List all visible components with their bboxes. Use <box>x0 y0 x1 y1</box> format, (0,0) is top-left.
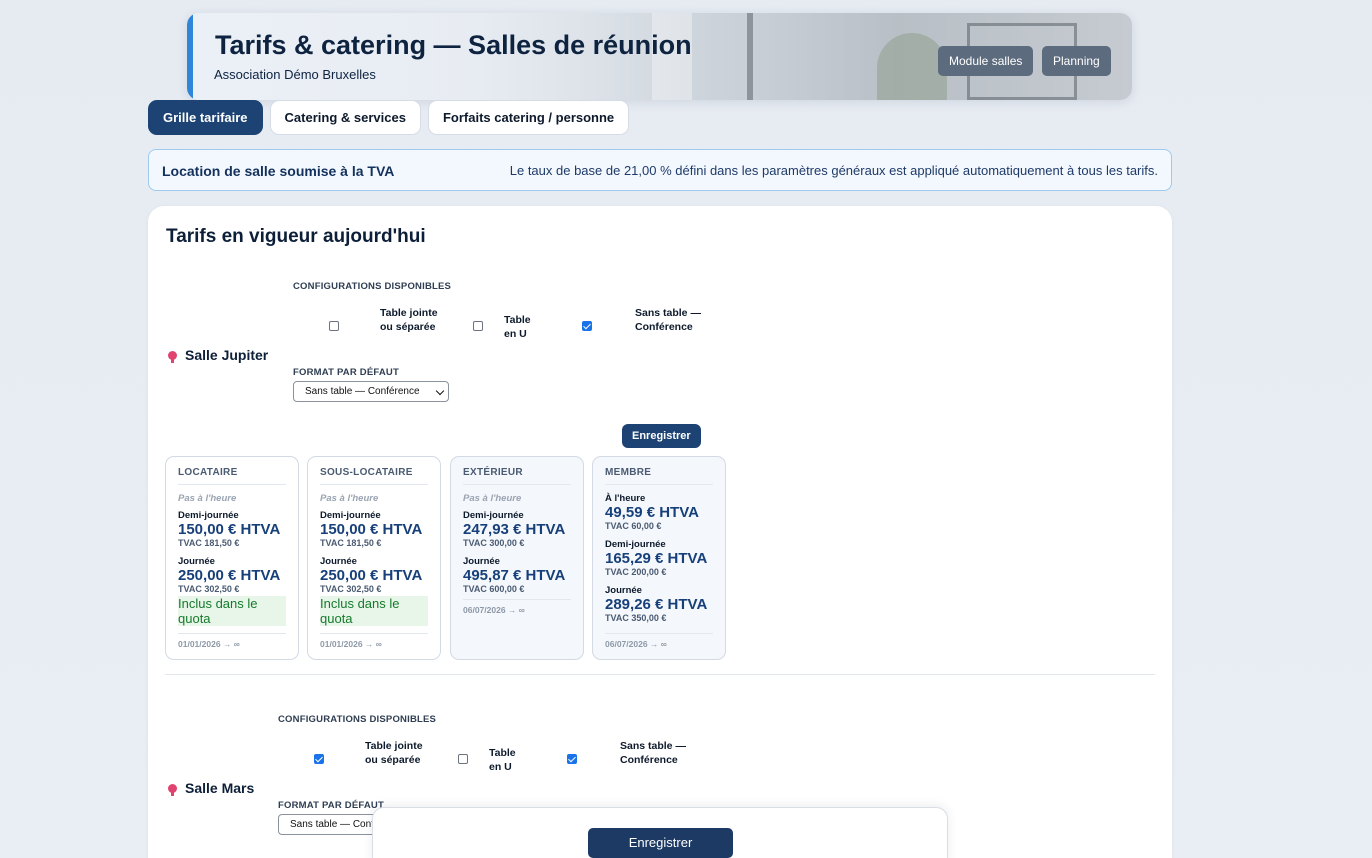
rates-card: Tarifs en vigueur aujourd'hui Salle Jupi… <box>148 206 1172 858</box>
tab-grille-tarifaire[interactable]: Grille tarifaire <box>148 100 263 135</box>
default-format-label: FORMAT PAR DÉFAUT <box>293 367 399 378</box>
hour-label: À l'heure <box>605 493 646 504</box>
room-name-label: Salle Jupiter <box>185 347 269 363</box>
option-checkbox-checked[interactable] <box>582 321 592 331</box>
vat-info-banner: Location de salle soumise à la TVA Le ta… <box>148 149 1172 191</box>
half-day-label: Demi-journée <box>178 510 239 521</box>
half-day-tvac: TVAC 300,00 € <box>463 538 525 548</box>
day-price: 289,26 € HTVA <box>605 596 708 613</box>
map-pin-icon <box>168 350 177 363</box>
map-pin-icon <box>168 783 177 796</box>
option-checkbox[interactable] <box>458 754 468 764</box>
page-title: Tarifs & catering — Salles de réunion <box>215 30 692 60</box>
half-day-price: 247,93 € HTVA <box>463 521 566 538</box>
section-title: Tarifs en vigueur aujourd'hui <box>166 226 426 247</box>
rate-card-membre: MEMBRE À l'heure 49,59 € HTVA TVAC 60,00… <box>592 456 726 660</box>
chevron-down-icon <box>435 386 445 396</box>
page-subtitle: Association Démo Bruxelles <box>214 67 376 82</box>
option-label: Table en U <box>504 314 531 340</box>
half-day-label: Demi-journée <box>605 539 666 550</box>
validity-range: 06/07/2026 → ∞ <box>605 633 713 649</box>
half-day-tvac: TVAC 181,50 € <box>320 538 382 548</box>
option-label: Table en U <box>489 747 516 773</box>
option-label: Sans table — Conférence <box>620 740 686 766</box>
tab-forfaits-catering[interactable]: Forfaits catering / personne <box>427 100 630 135</box>
rate-category: MEMBRE <box>605 467 713 485</box>
configurations-label: CONFIGURATIONS DISPONIBLES <box>278 714 437 725</box>
rate-card-locataire: LOCATAIRE Pas à l'heure Demi-journée 150… <box>165 456 299 660</box>
banner-image-decoration <box>747 13 753 100</box>
default-format-label: FORMAT PAR DÉFAUT <box>278 800 384 811</box>
planning-button[interactable]: Planning <box>1042 46 1111 76</box>
module-salles-button[interactable]: Module salles <box>938 46 1034 76</box>
day-price: 495,87 € HTVA <box>463 567 566 584</box>
option-checkbox-checked[interactable] <box>314 754 324 764</box>
validity-range: 06/07/2026 → ∞ <box>463 599 571 615</box>
rate-card-exterieur: EXTÉRIEUR Pas à l'heure Demi-journée 247… <box>450 456 584 660</box>
half-day-label: Demi-journée <box>463 510 524 521</box>
half-day-tvac: TVAC 181,50 € <box>178 538 240 548</box>
day-label: Journée <box>463 556 500 567</box>
half-day-price: 150,00 € HTVA <box>178 521 281 538</box>
rate-category: SOUS-LOCATAIRE <box>320 467 428 485</box>
hourly-note: Pas à l'heure <box>178 493 237 504</box>
room-name: Salle Mars <box>168 780 254 796</box>
hour-tvac: TVAC 60,00 € <box>605 521 662 531</box>
room-name-label: Salle Mars <box>185 780 255 796</box>
day-label: Journée <box>178 556 215 567</box>
banner-image-decoration <box>877 33 947 100</box>
day-price: 250,00 € HTVA <box>178 567 281 584</box>
vat-title: Location de salle soumise à la TVA <box>162 163 395 179</box>
save-button[interactable]: Enregistrer <box>622 424 701 448</box>
configurations-label: CONFIGURATIONS DISPONIBLES <box>293 281 452 292</box>
default-format-value: Sans table — Conférence <box>305 386 420 397</box>
quota-badge: Inclus dans le quota <box>320 596 428 626</box>
day-tvac: TVAC 302,50 € <box>320 584 382 594</box>
day-label: Journée <box>605 585 642 596</box>
header-banner: Tarifs & catering — Salles de réunion As… <box>187 13 1132 100</box>
day-tvac: TVAC 600,00 € <box>463 584 525 594</box>
floating-save-bar: Enregistrer <box>372 807 948 858</box>
hourly-note: Pas à l'heure <box>463 493 522 504</box>
rate-category: EXTÉRIEUR <box>463 467 571 485</box>
day-label: Journée <box>320 556 357 567</box>
half-day-tvac: TVAC 200,00 € <box>605 567 667 577</box>
option-checkbox[interactable] <box>473 321 483 331</box>
validity-range: 01/01/2026 → ∞ <box>178 633 286 649</box>
day-tvac: TVAC 302,50 € <box>178 584 240 594</box>
vat-text: Le taux de base de 21,00 % défini dans l… <box>509 163 1158 178</box>
rate-card-sous-locataire: SOUS-LOCATAIRE Pas à l'heure Demi-journé… <box>307 456 441 660</box>
half-day-label: Demi-journée <box>320 510 381 521</box>
rate-category: LOCATAIRE <box>178 467 286 485</box>
option-label: Sans table — Conférence <box>635 307 701 333</box>
room-name: Salle Jupiter <box>168 347 268 363</box>
option-checkbox[interactable] <box>329 321 339 331</box>
day-tvac: TVAC 350,00 € <box>605 613 667 623</box>
tab-bar: Grille tarifaire Catering & services For… <box>148 100 630 135</box>
quota-badge: Inclus dans le quota <box>178 596 286 626</box>
default-format-select[interactable]: Sans table — Conférence <box>293 381 449 402</box>
room-divider <box>165 674 1155 675</box>
option-label: Table jointe ou séparée <box>365 740 423 766</box>
tab-catering-services[interactable]: Catering & services <box>269 100 421 135</box>
option-checkbox-checked[interactable] <box>567 754 577 764</box>
hourly-note: Pas à l'heure <box>320 493 379 504</box>
save-all-button[interactable]: Enregistrer <box>588 828 733 858</box>
day-price: 250,00 € HTVA <box>320 567 423 584</box>
half-day-price: 165,29 € HTVA <box>605 550 708 567</box>
validity-range: 01/01/2026 → ∞ <box>320 633 428 649</box>
half-day-price: 150,00 € HTVA <box>320 521 423 538</box>
option-label: Table jointe ou séparée <box>380 307 438 333</box>
hour-price: 49,59 € HTVA <box>605 504 699 521</box>
